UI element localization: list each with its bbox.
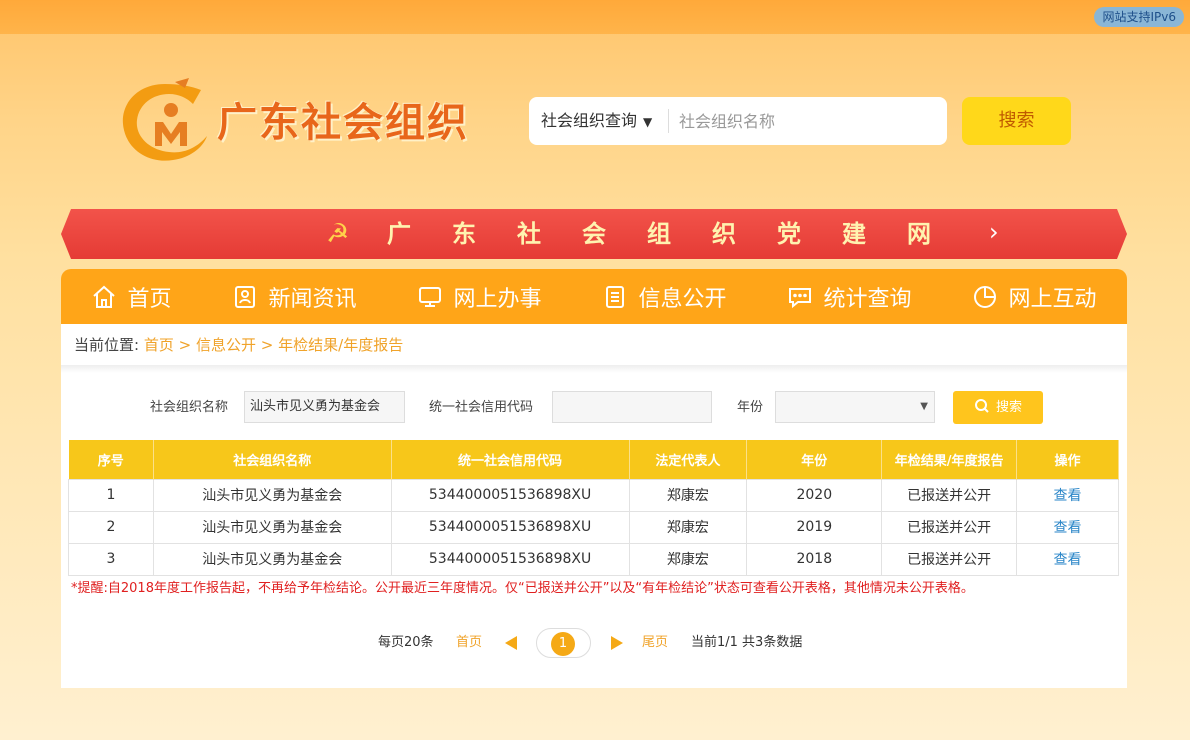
search-divider	[668, 109, 669, 133]
search-icon	[974, 399, 989, 413]
row-org-name: 汕头市见义勇为基金会	[152, 542, 392, 576]
col-year: 年份	[746, 440, 883, 479]
nav-label: 网上办事	[453, 286, 542, 312]
filter-search-label: 搜索	[995, 400, 1022, 415]
view-link[interactable]: 查看	[1016, 478, 1119, 512]
col-index: 序号	[68, 440, 154, 479]
dropdown-arrow-icon: ▼	[920, 401, 928, 412]
year-select[interactable]: ▼	[775, 391, 935, 423]
col-action: 操作	[1016, 440, 1119, 479]
breadcrumb-sep: >	[178, 336, 192, 354]
search-input[interactable]	[679, 105, 934, 137]
view-link[interactable]: 查看	[1016, 542, 1119, 576]
breadcrumb-info-disclosure[interactable]: 信息公开	[196, 336, 256, 354]
breadcrumb-sep: >	[260, 336, 274, 354]
site-search-box: 社会组织查询 ▼	[529, 97, 947, 145]
nav-item-interaction[interactable]: 网上互动	[972, 269, 1097, 324]
table-row: 3 汕头市见义勇为基金会 5344000051536898XU 郑康宏 2018…	[68, 542, 1119, 576]
search-type-label: 社会组织查询	[541, 111, 638, 130]
row-credit-code: 5344000051536898XU	[390, 510, 630, 544]
site-logo[interactable]: 广东社会组织	[117, 76, 497, 166]
hammer-sickle-icon: ☭	[326, 219, 350, 249]
row-status: 已报送并公开	[881, 478, 1018, 512]
logo-text: 广东社会组织	[217, 100, 469, 146]
row-legal-rep: 郑康宏	[628, 478, 748, 512]
filter-search-button[interactable]: 搜索	[953, 391, 1043, 424]
org-name-input[interactable]: 汕头市见义勇为基金会	[244, 391, 405, 423]
table-header-row: 序号 社会组织名称 统一社会信用代码 法定代表人 年份 年检结果/年度报告 操作	[68, 440, 1119, 479]
breadcrumb: 当前位置: 首页 > 信息公开 > 年检结果/年度报告	[74, 334, 403, 355]
nav-item-online-services[interactable]: 网上办事	[417, 269, 542, 324]
nav-label: 统计查询	[823, 286, 912, 312]
news-icon	[235, 285, 256, 308]
party-building-banner[interactable]: ☭ 广东社会组织党建网 ›	[61, 209, 1127, 259]
col-org-name: 社会组织名称	[153, 440, 392, 479]
nav-item-statistics[interactable]: 统计查询	[787, 269, 912, 324]
top-bar: 网站支持IPv6	[0, 0, 1190, 34]
prev-page-icon[interactable]	[505, 636, 517, 650]
breadcrumb-prefix: 当前位置:	[74, 336, 140, 354]
org-name-label: 社会组织名称	[150, 400, 229, 415]
row-status: 已报送并公开	[881, 542, 1018, 576]
nav-item-info-disclosure[interactable]: 信息公开	[602, 269, 727, 324]
dropdown-arrow-icon: ▼	[643, 115, 653, 129]
col-status: 年检结果/年度报告	[881, 440, 1018, 479]
row-legal-rep: 郑康宏	[628, 542, 748, 576]
breadcrumb-current[interactable]: 年检结果/年度报告	[278, 336, 403, 354]
table-row: 2 汕头市见义勇为基金会 5344000051536898XU 郑康宏 2019…	[68, 510, 1119, 544]
breadcrumb-divider	[61, 365, 1127, 373]
main-nav: 首页 新闻资讯 网上办事 信息公开 统计查询 网上互动	[61, 269, 1127, 324]
results-table: 序号 社会组织名称 统一社会信用代码 法定代表人 年份 年检结果/年度报告 操作…	[68, 440, 1119, 576]
row-credit-code: 5344000051536898XU	[390, 542, 630, 576]
row-org-name: 汕头市见义勇为基金会	[152, 478, 392, 512]
credit-code-label: 统一社会信用代码	[429, 400, 534, 415]
chevron-right-icon: ›	[989, 218, 999, 246]
breadcrumb-home[interactable]: 首页	[144, 336, 174, 354]
pagination: 每页20条 首页 1 尾页 当前1/1 共3条数据	[61, 628, 1127, 658]
monitor-icon	[419, 286, 442, 307]
col-credit-code: 统一社会信用代码	[391, 440, 630, 479]
first-page-link[interactable]: 首页	[456, 628, 482, 658]
row-legal-rep: 郑康宏	[628, 510, 748, 544]
current-page-number[interactable]: 1	[551, 632, 575, 656]
last-page-link[interactable]: 尾页	[642, 628, 668, 658]
nav-label: 信息公开	[638, 286, 727, 312]
nav-item-news[interactable]: 新闻资讯	[232, 269, 357, 324]
col-legal-rep: 法定代表人	[629, 440, 748, 479]
row-year: 2019	[746, 510, 883, 544]
row-year: 2020	[746, 478, 883, 512]
row-credit-code: 5344000051536898XU	[390, 478, 630, 512]
row-index: 3	[68, 542, 154, 576]
credit-code-input[interactable]	[552, 391, 712, 423]
row-year: 2018	[746, 542, 883, 576]
nav-label: 新闻资讯	[268, 286, 357, 312]
document-icon	[606, 285, 625, 308]
nav-label: 网上互动	[1008, 286, 1097, 312]
main-content: 当前位置: 首页 > 信息公开 > 年检结果/年度报告 社会组织名称 汕头市见义…	[61, 324, 1127, 688]
logo-mark-icon	[122, 78, 207, 161]
table-row: 1 汕头市见义勇为基金会 5344000051536898XU 郑康宏 2020…	[68, 478, 1119, 512]
per-page-label: 每页20条	[378, 635, 434, 650]
nav-item-home[interactable]: 首页	[91, 269, 172, 324]
row-index: 1	[68, 478, 154, 512]
home-icon	[93, 285, 116, 308]
pie-icon	[974, 285, 997, 308]
year-label: 年份	[737, 400, 764, 415]
nav-label: 首页	[127, 286, 172, 312]
search-button[interactable]: 搜索	[962, 97, 1071, 145]
search-type-select[interactable]: 社会组织查询 ▼	[541, 97, 652, 145]
row-org-name: 汕头市见义勇为基金会	[152, 510, 392, 544]
chat-icon	[789, 287, 812, 308]
ipv6-badge: 网站支持IPv6	[1094, 7, 1184, 27]
next-page-icon[interactable]	[611, 636, 623, 650]
row-index: 2	[68, 510, 154, 544]
page-number-box: 1	[536, 628, 591, 658]
notice-text: *提醒:自2018年度工作报告起，不再给予年检结论。公开最近三年度情况。仅“已报…	[71, 581, 974, 596]
page-summary: 当前1/1 共3条数据	[691, 635, 803, 650]
row-status: 已报送并公开	[881, 510, 1018, 544]
view-link[interactable]: 查看	[1016, 510, 1119, 544]
party-banner-text: 广东社会组织党建网	[387, 220, 972, 248]
